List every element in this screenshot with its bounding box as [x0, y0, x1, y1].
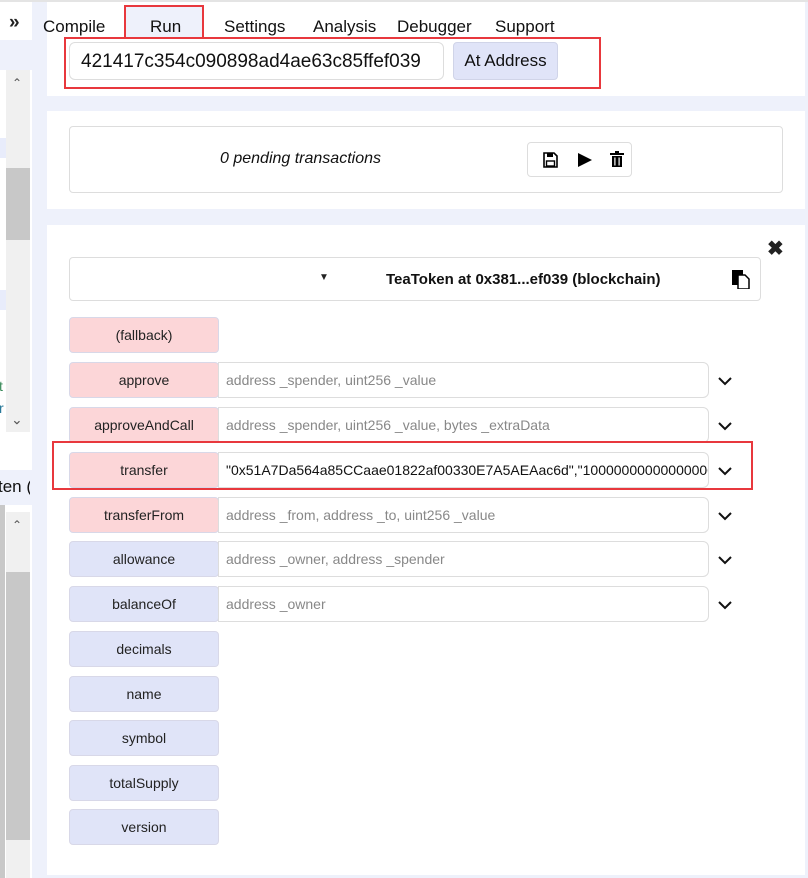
pending-transactions-text: 0 pending transactions: [220, 150, 381, 167]
save-icon[interactable]: [543, 152, 558, 168]
chevron-down-icon[interactable]: [717, 373, 733, 389]
tab-debugger[interactable]: Debugger: [397, 17, 472, 37]
sidebar-text-fragment: ten (: [0, 477, 30, 496]
pending-box: [69, 126, 783, 193]
function-button-approve[interactable]: approve: [69, 362, 219, 398]
tab-analysis[interactable]: Analysis: [313, 17, 376, 37]
chevron-down-icon[interactable]: [717, 418, 733, 434]
sidebar-scrollbar-top[interactable]: ⌃ ⌃: [6, 70, 30, 432]
pending-actions: [527, 142, 632, 177]
copy-icon[interactable]: [732, 270, 750, 289]
function-button-name[interactable]: name: [69, 676, 219, 712]
scrollbar-thumb[interactable]: [6, 168, 30, 240]
function-input-allowance[interactable]: address _owner, address _spender: [218, 541, 709, 577]
function-input-approveAndCall[interactable]: address _spender, uint256 _value, bytes …: [218, 407, 709, 443]
function-button-transferFrom[interactable]: transferFrom: [69, 497, 219, 533]
function-button-totalSupply[interactable]: totalSupply: [69, 765, 219, 801]
sidebar-scrollbar-bottom[interactable]: ⌃: [6, 512, 30, 878]
scroll-up-icon[interactable]: ⌃: [12, 76, 22, 90]
chevron-down-icon[interactable]: [717, 552, 733, 568]
collapse-icon[interactable]: »: [9, 12, 20, 34]
highlight-transfer: [52, 441, 753, 490]
play-icon[interactable]: [577, 152, 593, 168]
tab-compile[interactable]: Compile: [43, 17, 105, 37]
function-input-transferFrom[interactable]: address _from, address _to, uint256 _val…: [218, 497, 709, 533]
function-button-balanceOf[interactable]: balanceOf: [69, 586, 219, 622]
function-button-fallback[interactable]: (fallback): [69, 317, 219, 353]
tab-support[interactable]: Support: [495, 17, 555, 37]
highlight-run-tab: [124, 5, 204, 39]
instance-header[interactable]: ▼ TeaToken at 0x381...ef039 (blockchain): [69, 257, 761, 301]
sidebar-text-fragment: t: [0, 378, 3, 394]
function-input-approve[interactable]: address _spender, uint256 _value: [218, 362, 709, 398]
close-icon[interactable]: ✖: [767, 236, 784, 261]
sidebar-text-fragment: r: [0, 400, 4, 416]
scrollbar-thumb[interactable]: [6, 572, 30, 840]
function-button-allowance[interactable]: allowance: [69, 541, 219, 577]
chevron-down-icon[interactable]: [717, 508, 733, 524]
highlight-address: [64, 37, 601, 89]
function-button-symbol[interactable]: symbol: [69, 720, 219, 756]
tab-settings[interactable]: Settings: [224, 17, 285, 37]
scroll-up-icon[interactable]: ⌃: [12, 518, 22, 532]
function-button-version[interactable]: version: [69, 809, 219, 845]
chevron-down-icon[interactable]: [717, 597, 733, 613]
function-button-approveAndCall[interactable]: approveAndCall: [69, 407, 219, 443]
instance-title: TeaToken at 0x381...ef039 (blockchain): [386, 271, 661, 288]
caret-down-icon[interactable]: ▼: [319, 272, 329, 283]
function-button-decimals[interactable]: decimals: [69, 631, 219, 667]
scroll-down-icon[interactable]: ⌃: [11, 410, 23, 427]
trash-icon[interactable]: [610, 151, 624, 168]
left-sidebar: ⌃ ⌃ t r ten ( ⌃: [0, 0, 32, 878]
function-input-balanceOf[interactable]: address _owner: [218, 586, 709, 622]
